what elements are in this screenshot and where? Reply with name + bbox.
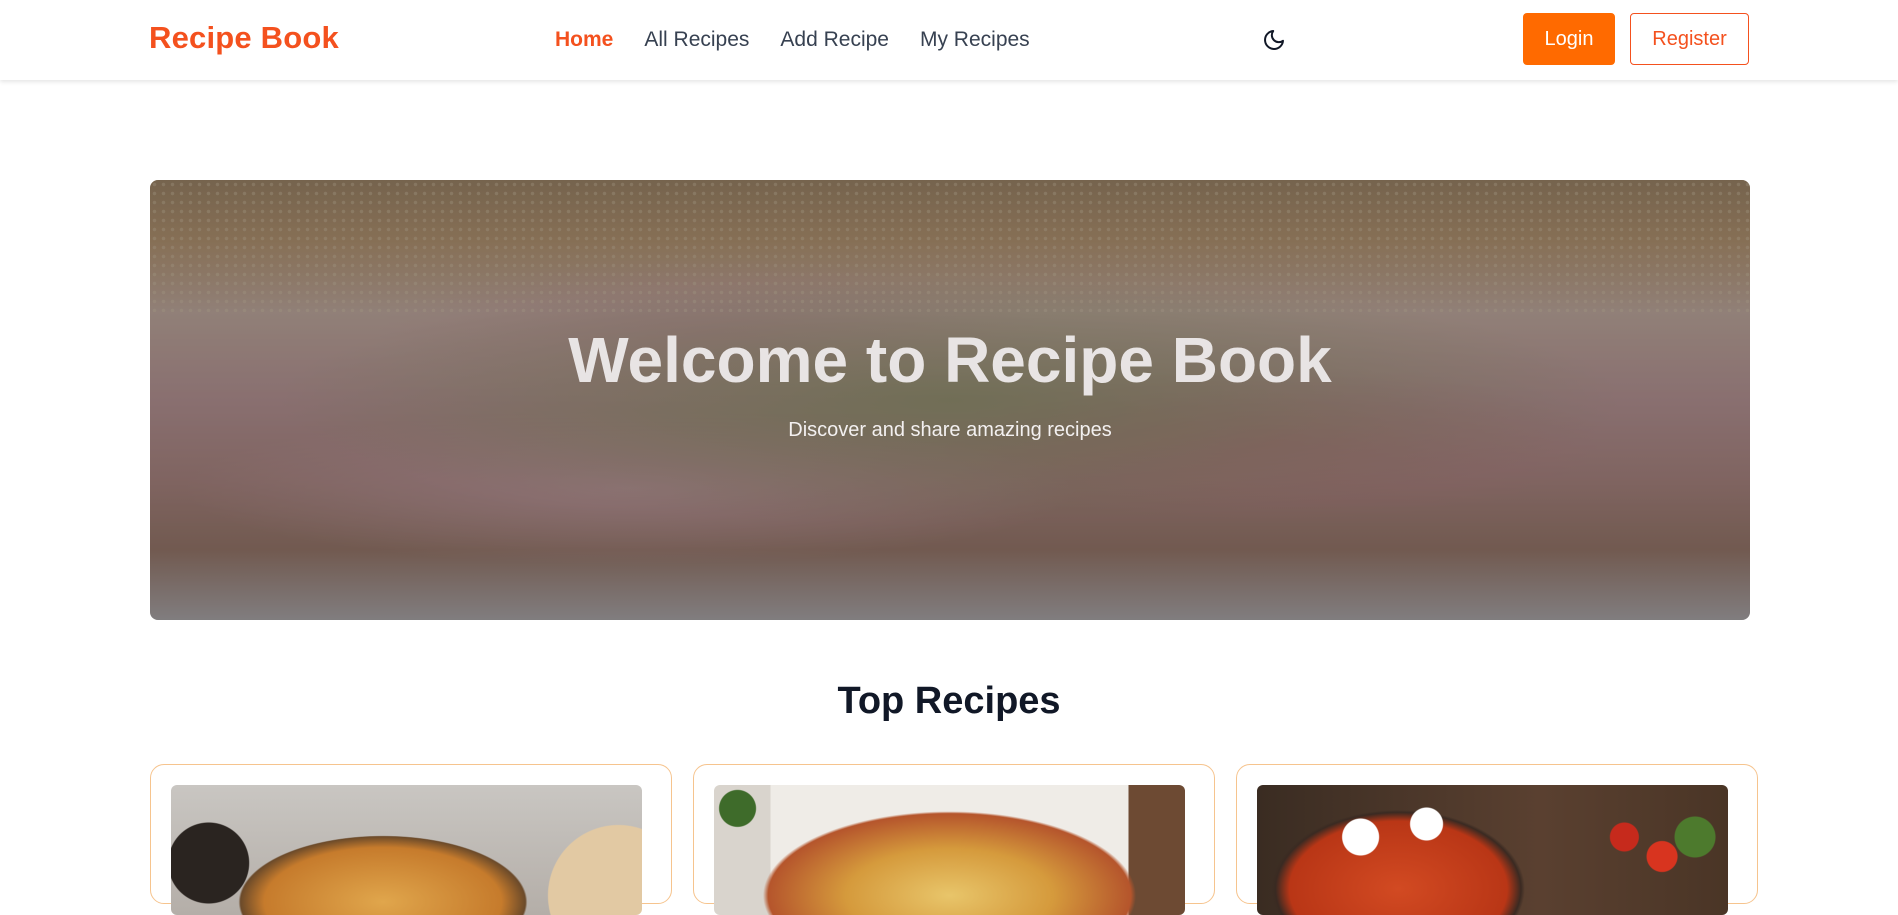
nav-link-all-recipes[interactable]: All Recipes bbox=[644, 25, 749, 55]
top-recipes-heading: Top Recipes bbox=[837, 680, 1061, 722]
brand-logo[interactable]: Recipe Book bbox=[149, 18, 339, 58]
hero-title: Welcome to Recipe Book bbox=[568, 324, 1332, 396]
navbar: Recipe Book Home All Recipes Add Recipe … bbox=[0, 0, 1898, 80]
nav-link-add-recipe[interactable]: Add Recipe bbox=[780, 25, 889, 55]
theme-toggle-button[interactable] bbox=[1260, 26, 1288, 54]
nav-link-my-recipes[interactable]: My Recipes bbox=[920, 25, 1030, 55]
shakshuka-dish-image bbox=[1257, 785, 1728, 915]
hero-banner: Welcome to Recipe Book Discover and shar… bbox=[150, 180, 1750, 620]
recipe-card[interactable] bbox=[1236, 764, 1758, 915]
pasta-dish-image bbox=[171, 785, 642, 915]
recipe-card[interactable] bbox=[150, 764, 672, 915]
register-button[interactable]: Register bbox=[1630, 13, 1749, 65]
moon-icon bbox=[1264, 30, 1284, 50]
nav-links: Home All Recipes Add Recipe My Recipes bbox=[555, 25, 1061, 55]
login-button[interactable]: Login bbox=[1523, 13, 1615, 65]
hero-overlay bbox=[150, 180, 1750, 620]
nav-link-home[interactable]: Home bbox=[555, 25, 613, 55]
lasagna-dish-image bbox=[714, 785, 1185, 915]
recipe-card[interactable] bbox=[693, 764, 1215, 915]
hero-subtitle: Discover and share amazing recipes bbox=[788, 419, 1112, 441]
